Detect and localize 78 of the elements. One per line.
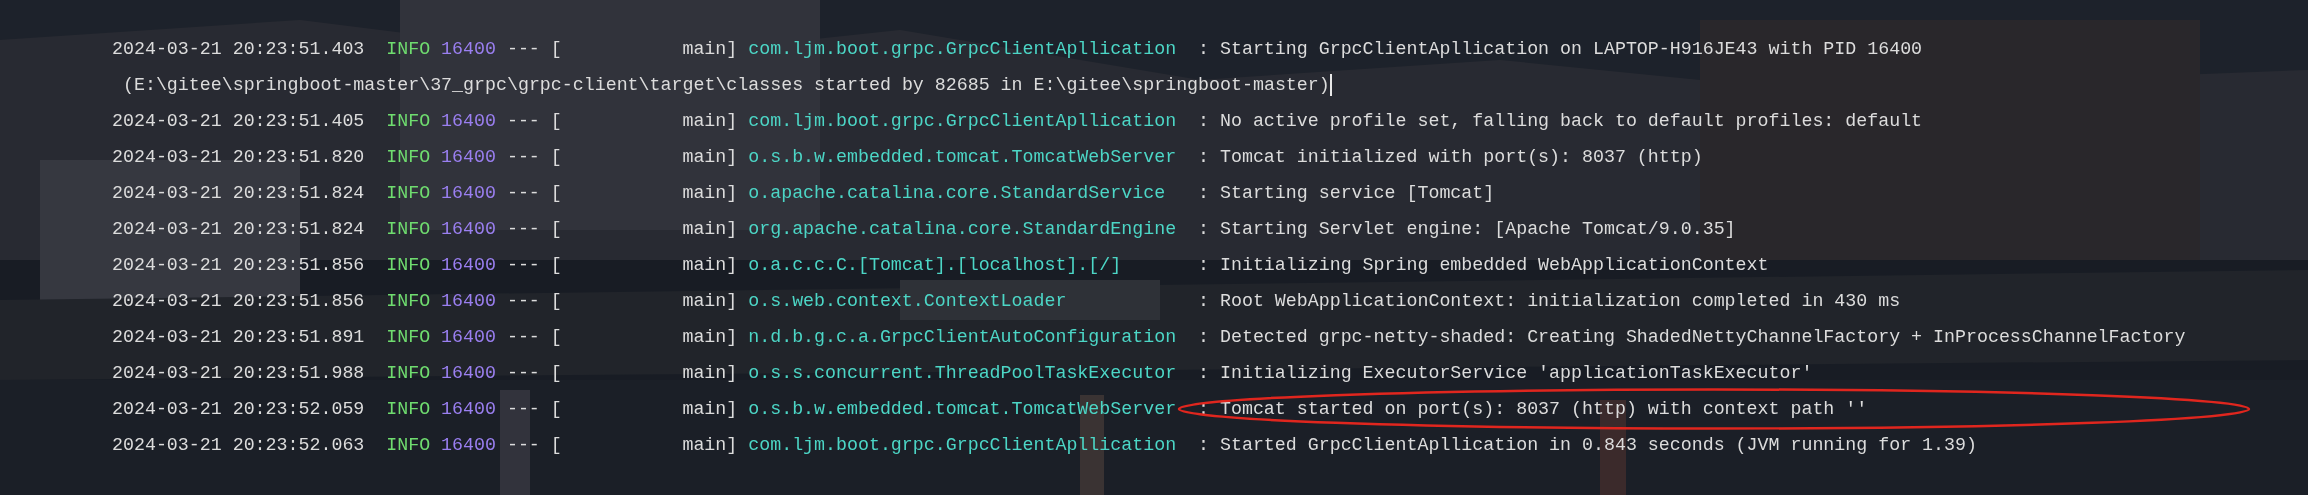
log-timestamp: 2024-03-21 20:23:51.405 [112,111,366,131]
logger-name: com.ljm.boot.grpc.GrpcClientApllication [748,39,1178,59]
log-message: : Tomcat started on port(s): 8037 (http) with context path '' [1198,399,1868,419]
thread-name: [ main] [550,219,739,239]
process-id: 16400 [441,363,497,383]
log-level: INFO [386,147,432,167]
process-id: 16400 [441,183,497,203]
logger-name: o.s.web.context.ContextLoader [748,291,1068,311]
thread-name: [ main] [550,327,739,347]
log-message: : Starting GrpcClientApllication on LAPTOP-H916JE43 with PID 16400 [1198,39,1923,59]
log-separator: --- [506,435,541,455]
process-id: 16400 [441,255,497,275]
process-id: 16400 [441,111,497,131]
log-separator: --- [506,327,541,347]
log-level: INFO [386,183,432,203]
thread-name: [ main] [550,183,739,203]
process-id: 16400 [441,435,497,455]
log-timestamp: 2024-03-21 20:23:51.856 [112,255,366,275]
logger-name: com.ljm.boot.grpc.GrpcClientApllication [748,111,1178,131]
thread-name: [ main] [550,399,739,419]
log-level: INFO [386,291,432,311]
thread-name: [ main] [550,291,739,311]
log-message: : Detected grpc-netty-shaded: Creating ShadedNettyChannelFactory + InProcessChannelFactory [1198,327,2186,347]
log-level: INFO [386,399,432,419]
log-separator: --- [506,183,541,203]
logger-name: o.s.s.concurrent.ThreadPoolTaskExecutor [748,363,1178,383]
logger-name: n.d.b.g.c.a.GrpcClientAutoConfiguration [748,327,1178,347]
log-separator: --- [506,219,541,239]
log-timestamp: 2024-03-21 20:23:51.824 [112,219,366,239]
process-id: 16400 [441,327,497,347]
thread-name: [ main] [550,435,739,455]
log-level: INFO [386,363,432,383]
log-separator: --- [506,291,541,311]
log-separator: --- [506,363,541,383]
logger-name: com.ljm.boot.grpc.GrpcClientApllication [748,435,1178,455]
log-message: : Root WebApplicationContext: initialization completed in 430 ms [1198,291,1901,311]
log-timestamp: 2024-03-21 20:23:52.063 [112,435,366,455]
log-level: INFO [386,255,432,275]
log-message: : Starting Servlet engine: [Apache Tomcat/9.0.35] [1198,219,1736,239]
log-message: : Started GrpcClientApllication in 0.843 seconds (JVM running for 1.39) [1198,435,1977,455]
log-message: : Tomcat initialized with port(s): 8037 (http) [1198,147,1703,167]
logger-name: o.a.c.c.C.[Tomcat].[localhost].[/] [748,255,1123,275]
thread-name: [ main] [550,39,739,59]
log-message: (E:\gitee\springboot-master\37_grpc\grpc-client\target\classes started by 82685 in E:\gitee\springboot-master) [122,75,1330,95]
log-level: INFO [386,219,432,239]
log-level: INFO [386,39,432,59]
log-separator: --- [506,255,541,275]
log-timestamp: 2024-03-21 20:23:51.891 [112,327,366,347]
log-timestamp: 2024-03-21 20:23:51.856 [112,291,366,311]
logger-name: org.apache.catalina.core.StandardEngine [748,219,1178,239]
thread-name: [ main] [550,111,739,131]
log-timestamp: 2024-03-21 20:23:51.820 [112,147,366,167]
log-level: INFO [386,111,432,131]
log-message: : Starting service [Tomcat] [1198,183,1495,203]
logger-name: o.s.b.w.embedded.tomcat.TomcatWebServer [748,147,1178,167]
thread-name: [ main] [550,363,739,383]
log-timestamp: 2024-03-21 20:23:52.059 [112,399,366,419]
process-id: 16400 [441,39,497,59]
thread-name: [ main] [550,147,739,167]
process-id: 16400 [441,219,497,239]
log-level: INFO [386,327,432,347]
process-id: 16400 [441,399,497,419]
thread-name: [ main] [550,255,739,275]
log-message: : Initializing Spring embedded WebApplicationContext [1198,255,1769,275]
logger-name: o.apache.catalina.core.StandardService [748,183,1167,203]
log-message: : Initializing ExecutorService 'applicationTaskExecutor' [1198,363,1813,383]
log-timestamp: 2024-03-21 20:23:51.403 [112,39,366,59]
log-separator: --- [506,399,541,419]
log-separator: --- [506,39,541,59]
log-separator: --- [506,111,541,131]
process-id: 16400 [441,291,497,311]
logger-name: o.s.b.w.embedded.tomcat.TomcatWebServer [748,399,1178,419]
log-separator: --- [506,147,541,167]
log-timestamp: 2024-03-21 20:23:51.988 [112,363,366,383]
log-level: INFO [386,435,432,455]
log-message: : No active profile set, falling back to default profiles: default [1198,111,1923,131]
process-id: 16400 [441,147,497,167]
log-timestamp: 2024-03-21 20:23:51.824 [112,183,366,203]
